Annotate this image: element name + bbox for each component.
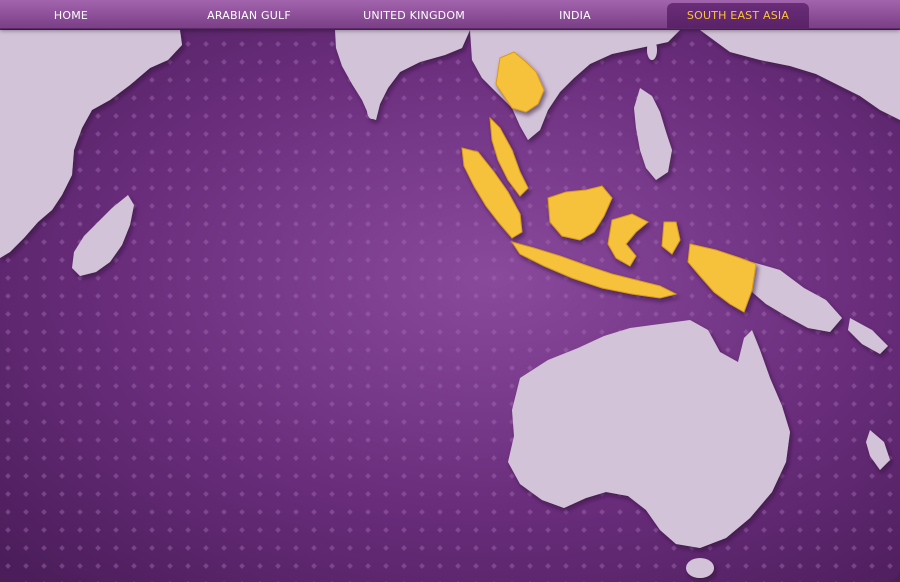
nav-united-kingdom[interactable]: UNITED KINGDOM (350, 3, 478, 28)
nav-arabian-gulf[interactable]: ARABIAN GULF (194, 3, 304, 28)
map-viewer: HOME ARABIAN GULF UNITED KINGDOM INDIA S… (0, 0, 900, 582)
land-sri-lanka (367, 101, 377, 119)
nav-home[interactable]: HOME (30, 3, 112, 28)
world-map (0, 28, 900, 582)
land-tasmania (686, 558, 714, 578)
land-taiwan (647, 40, 657, 60)
nav-india[interactable]: INDIA (540, 3, 610, 28)
top-navigation-bar: HOME ARABIAN GULF UNITED KINGDOM INDIA S… (0, 0, 900, 29)
nav-south-east-asia[interactable]: SOUTH EAST ASIA (667, 3, 809, 28)
